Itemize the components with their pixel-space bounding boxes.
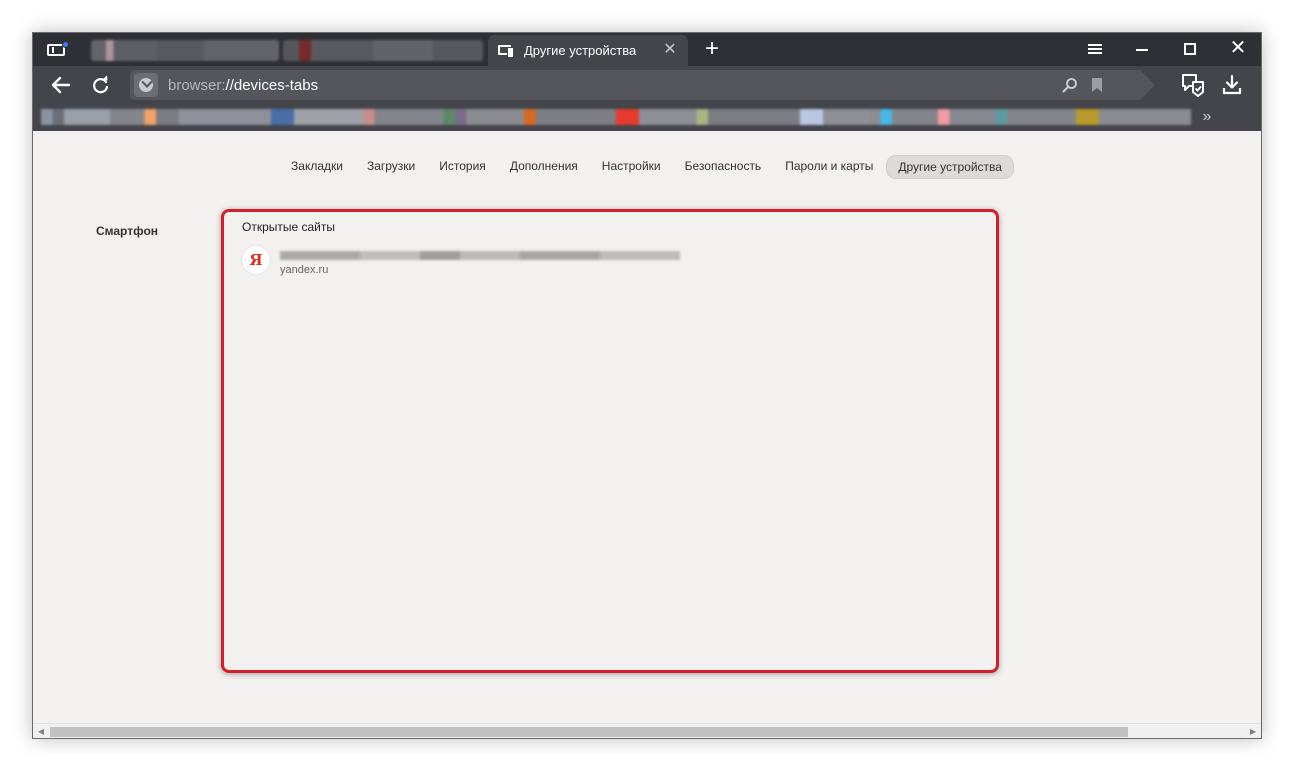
close-window-button[interactable]: ✕ [1214,33,1261,66]
minimize-icon [1136,49,1148,51]
tab-close-icon[interactable]: ✕ [662,42,678,58]
bookmark-icon[interactable] [1090,77,1104,93]
reload-icon[interactable] [89,74,113,96]
bookmarks-blurred[interactable] [41,109,1191,125]
new-tab-button[interactable]: + [700,37,724,61]
panel-title: Открытые сайты [242,220,336,234]
close-icon: ✕ [1229,37,1247,59]
protect-icon[interactable] [1180,72,1206,98]
menu-icon [1088,44,1102,54]
settings-nav: Закладки Загрузки История Дополнения Нас… [33,155,1261,179]
bookmarks-more-icon[interactable]: » [1197,107,1217,127]
site-domain: yandex.ru [280,264,329,276]
nav-item-security[interactable]: Безопасность [674,155,773,179]
site-title-blurred [280,251,680,260]
scroll-left-icon[interactable]: ◀ [36,727,46,737]
download-icon[interactable] [1221,73,1243,97]
nav-item-bookmarks[interactable]: Закладки [280,155,354,179]
nav-item-passwords[interactable]: Пароли и карты [774,155,884,179]
nav-item-downloads[interactable]: Загрузки [356,155,426,179]
nav-item-other-devices[interactable]: Другие устройства [886,155,1014,179]
notification-dot [62,41,69,48]
back-arrow-icon[interactable] [49,74,73,96]
page-content: Закладки Загрузки История Дополнения Нас… [33,131,1261,723]
shield-icon [139,78,153,92]
device-name: Смартфон [96,224,159,238]
tab-blurred[interactable] [283,40,483,61]
maximize-icon [1184,43,1196,55]
url-text: browser://devices-tabs [168,76,319,94]
nav-item-history[interactable]: История [428,155,497,179]
open-site-item[interactable]: Я yandex.ru [242,243,742,279]
tab-strip: Другие устройства ✕ + ✕ [33,33,1261,66]
navigation-bar: browser://devices-tabs [33,66,1261,104]
bookmarks-bar: » [33,104,1261,131]
yandex-favicon-icon: Я [242,246,270,274]
minimize-button[interactable] [1118,33,1166,66]
scroll-right-icon[interactable]: ▶ [1248,727,1258,737]
nav-item-settings[interactable]: Настройки [591,155,672,179]
scroll-thumb[interactable] [50,727,1128,737]
browser-window: Другие устройства ✕ + ✕ browser://device… [32,32,1262,739]
horizontal-scrollbar[interactable]: ◀ ▶ [33,723,1261,738]
maximize-button[interactable] [1166,33,1214,66]
devices-icon [498,44,516,58]
search-icon[interactable] [1062,77,1078,93]
address-bar[interactable]: browser://devices-tabs [130,70,1155,100]
tabs-toggle-icon[interactable] [45,40,69,60]
nav-item-extensions[interactable]: Дополнения [499,155,589,179]
menu-button[interactable] [1070,33,1118,66]
tab-title: Другие устройства [524,43,637,58]
site-info-button[interactable] [134,73,158,97]
tab-active[interactable]: Другие устройства ✕ [488,35,688,66]
tab-blurred[interactable] [91,40,279,61]
